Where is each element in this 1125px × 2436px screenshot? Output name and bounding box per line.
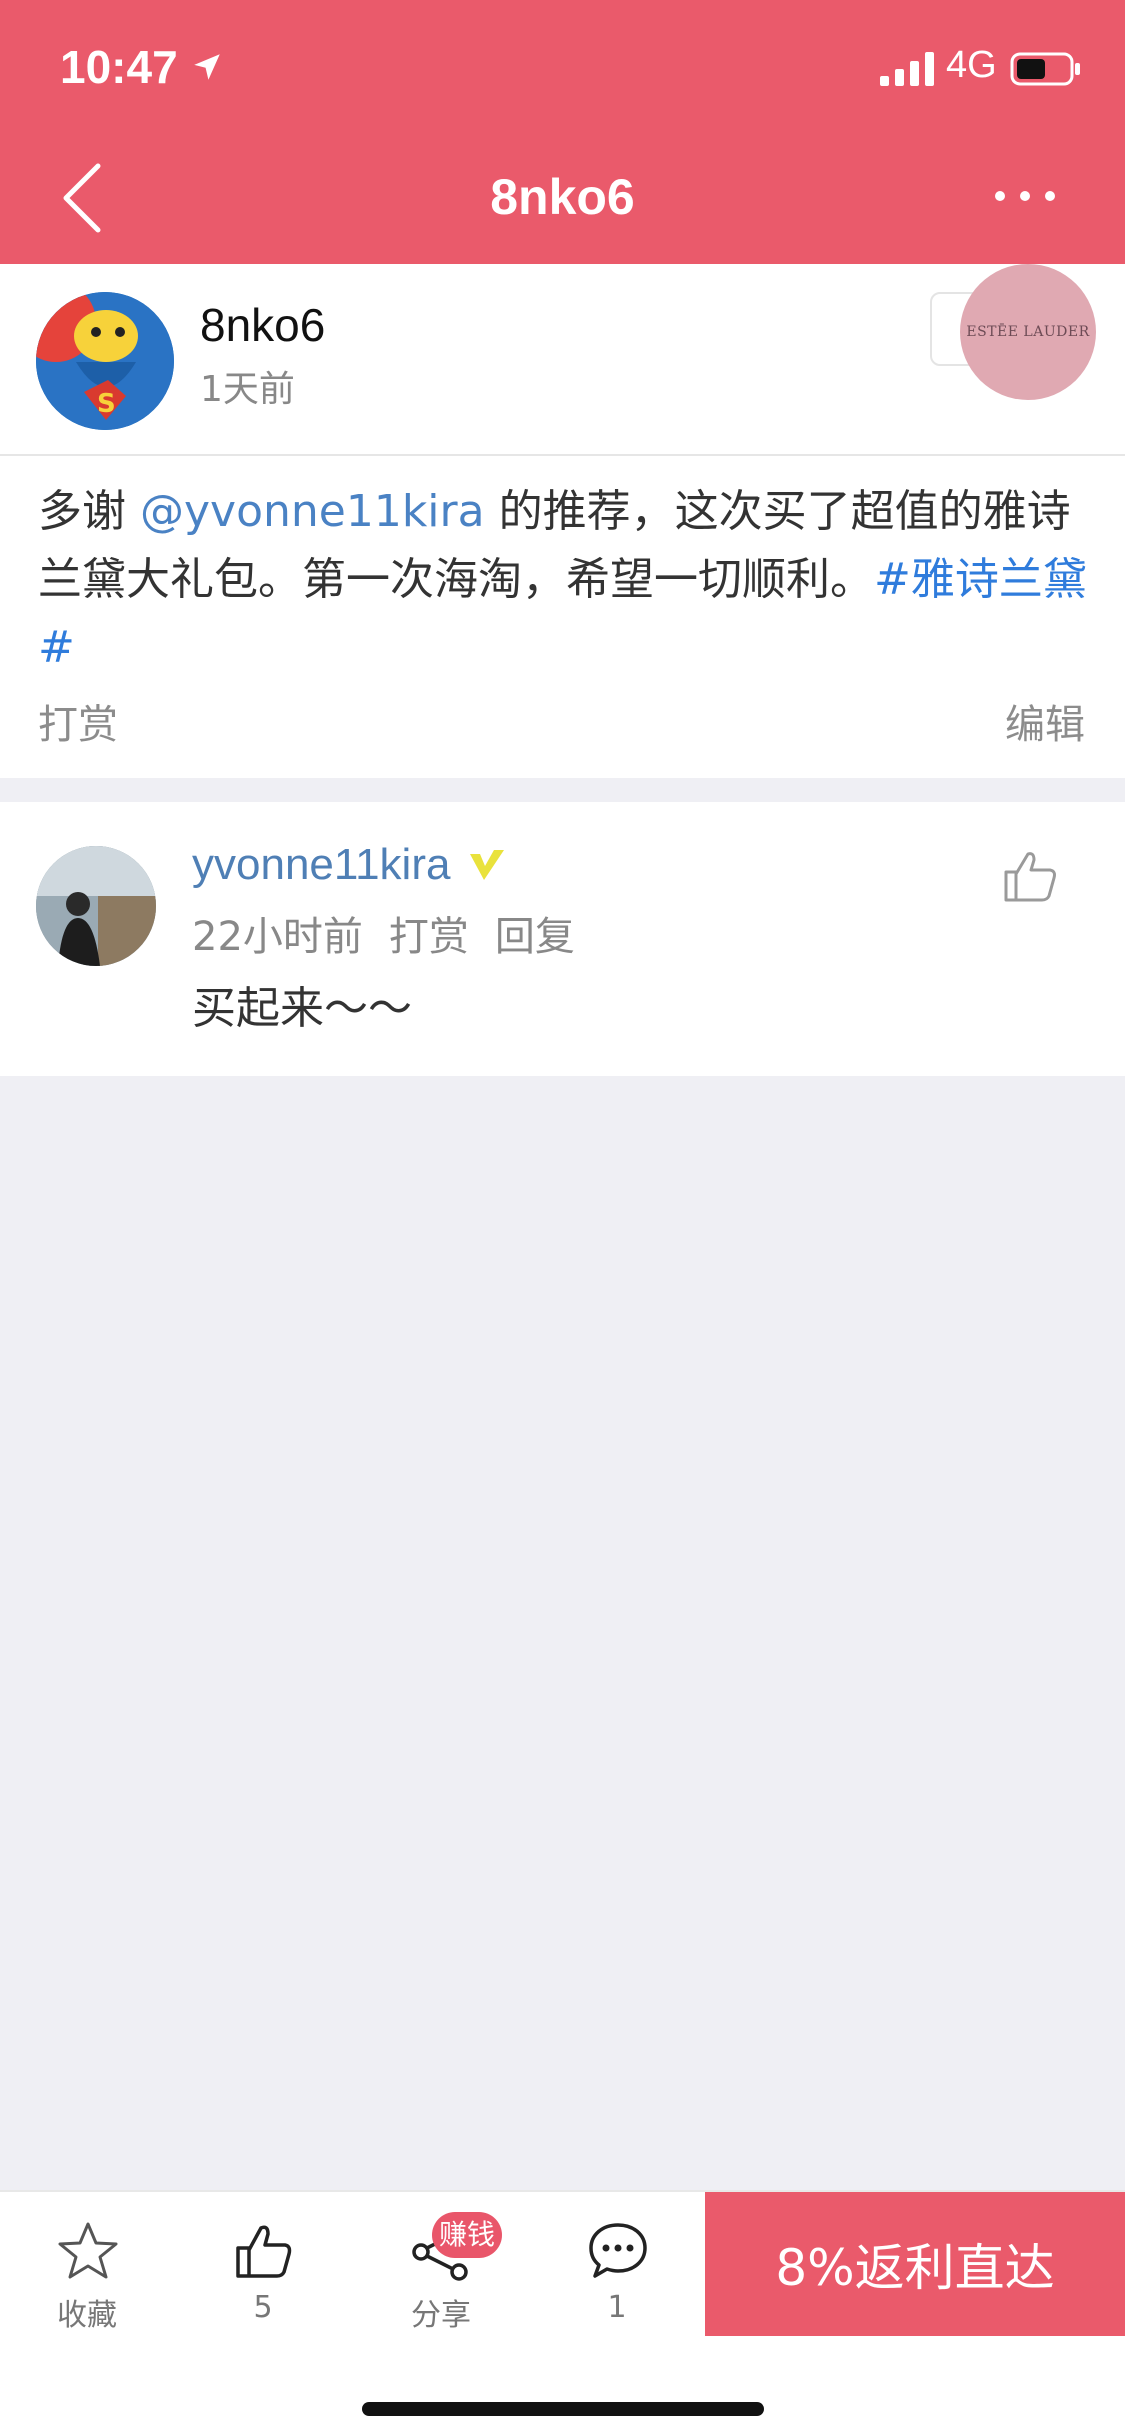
status-time: 10:47 [60, 41, 178, 93]
thumbs-up-icon [236, 2225, 292, 2278]
comment-meta: 22小时前 打赏 回复 [192, 904, 601, 962]
post-card: S 8nko6 1天前 ESTĒE LAUDER 多谢 @yvonne11kir… [0, 264, 1125, 778]
favorite-tab[interactable]: 收藏 [12, 2192, 162, 2338]
brand-logo-text: ESTĒE LAUDER [966, 324, 1090, 340]
post-text-prefix: 多谢 [38, 486, 140, 537]
comment-time: 22小时前 [192, 914, 363, 960]
signal-icon [880, 52, 934, 86]
author-name[interactable]: 8nko6 [200, 298, 325, 352]
header: 10:47 4G 8nko6 [0, 0, 1125, 264]
share-tab[interactable]: 赚钱 分享 [366, 2192, 516, 2338]
verified-badge-icon [470, 850, 504, 880]
comment-tab[interactable]: 1 [542, 2192, 692, 2338]
battery-icon [1010, 52, 1080, 86]
more-icon[interactable] [990, 176, 1060, 216]
comment-count: 1 [607, 2290, 627, 2325]
home-indicator-area [0, 2336, 1125, 2436]
post-time: 1天前 [200, 369, 295, 410]
star-icon [58, 2222, 118, 2279]
rebate-cta-button[interactable]: 8%返利直达 [705, 2192, 1125, 2336]
post-content: 多谢 @yvonne11kira 的推荐，这次买了超值的雅诗兰黛大礼包。第一次海… [38, 478, 1088, 682]
commenter-avatar[interactable] [36, 846, 156, 966]
like-tab[interactable]: 5 [188, 2192, 338, 2338]
brand-floating-bubble[interactable]: ESTĒE LAUDER [960, 264, 1096, 400]
commenter-name[interactable]: yvonne11kira [192, 840, 450, 890]
comment-item: yvonne11kira 22小时前 打赏 回复 买起来～～ [0, 802, 1125, 1076]
edit-button[interactable]: 编辑 [1005, 692, 1085, 750]
like-count: 5 [253, 2290, 273, 2325]
post-author-row: S 8nko6 1天前 ESTĒE LAUDER [0, 264, 1125, 456]
mention-link[interactable]: @yvonne11kira [140, 486, 485, 537]
comment-reward-button[interactable]: 打赏 [389, 914, 469, 960]
location-arrow-icon [194, 54, 220, 80]
bottom-action-bar: 收藏 5 赚钱 分享 1 8%返利直达 [0, 2190, 1125, 2336]
author-avatar[interactable]: S [36, 292, 174, 430]
comment-text: 买起来～～ [192, 983, 412, 1034]
status-bar: 10:47 4G [0, 0, 1125, 140]
comment-bubble-icon [589, 2223, 647, 2278]
network-type: 4G [946, 44, 997, 86]
home-indicator[interactable] [362, 2402, 764, 2416]
favorite-label: 收藏 [57, 2298, 117, 2333]
svg-text:S: S [97, 389, 116, 419]
page-title: 8nko6 [490, 169, 635, 225]
reward-button[interactable]: 打赏 [38, 692, 118, 750]
comment-reply-button[interactable]: 回复 [495, 914, 575, 960]
share-label: 分享 [411, 2298, 471, 2333]
earn-badge: 赚钱 [432, 2212, 502, 2258]
thumbs-up-icon[interactable] [1000, 846, 1060, 906]
